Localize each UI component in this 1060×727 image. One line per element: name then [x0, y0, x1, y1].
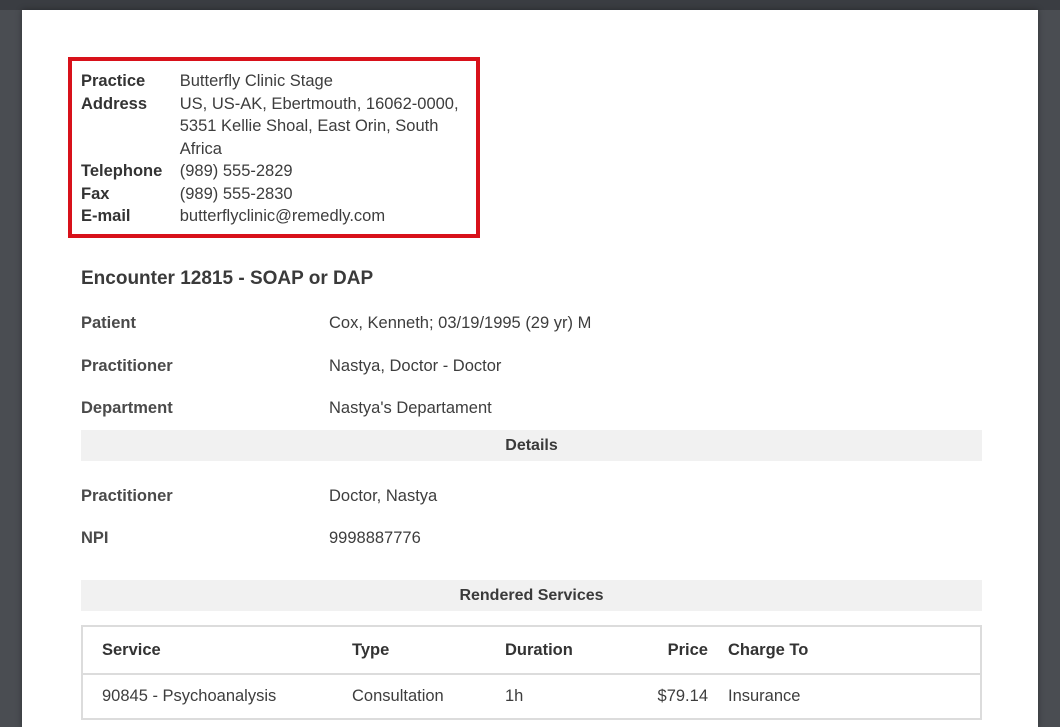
telephone-row: Telephone (989) 555-2829	[81, 160, 476, 183]
fax-row: Fax (989) 555-2830	[81, 183, 476, 206]
table-header-row: Service Type Duration Price Charge To	[83, 627, 980, 675]
address-row: Address US, US-AK, Ebertmouth, 16062-000…	[81, 93, 476, 161]
practice-label: Practice	[81, 72, 146, 90]
address-value: US, US-AK, Ebertmouth, 16062-0000, 5351 …	[179, 94, 459, 158]
details-practitioner-row: Practitioner Doctor, Nastya	[81, 487, 437, 506]
telephone-label: Telephone	[81, 162, 163, 180]
column-header-service: Service	[102, 640, 161, 659]
email-row: E-mail butterflyclinic@remedly.com	[81, 205, 476, 228]
patient-value: Cox, Kenneth; 03/19/1995 (29 yr) M	[329, 314, 592, 332]
column-header-charge-to: Charge To	[728, 640, 809, 659]
rendered-services-heading: Rendered Services	[81, 580, 982, 611]
service-cell: 90845 - Psychoanalysis	[102, 687, 277, 705]
department-label: Department	[81, 399, 173, 417]
document-page: Practice Butterfly Clinic Stage Address …	[22, 10, 1038, 727]
column-header-duration: Duration	[505, 640, 573, 659]
type-cell: Consultation	[352, 687, 444, 705]
email-value: butterflyclinic@remedly.com	[179, 207, 386, 225]
encounter-title: Encounter 12815 - SOAP or DAP	[81, 268, 374, 289]
services-table: Service Type Duration Price Charge To 90…	[81, 625, 982, 720]
department-row: Department Nastya's Departament	[81, 399, 492, 418]
address-label: Address	[81, 94, 148, 113]
column-header-type: Type	[352, 640, 390, 659]
column-header-price: Price	[667, 640, 708, 659]
practice-row: Practice Butterfly Clinic Stage	[81, 70, 476, 93]
telephone-value: (989) 555-2829	[179, 162, 293, 180]
npi-label: NPI	[81, 529, 109, 547]
department-value: Nastya's Departament	[329, 399, 492, 417]
fax-label: Fax	[81, 184, 110, 203]
npi-row: NPI 9998887776	[81, 529, 421, 548]
table-row: 90845 - Psychoanalysis Consultation 1h $…	[83, 675, 980, 718]
practitioner-value: Nastya, Doctor - Doctor	[329, 357, 502, 375]
viewer-top-strip	[0, 0, 1060, 10]
practice-name: Butterfly Clinic Stage	[179, 72, 333, 90]
patient-row: Patient Cox, Kenneth; 03/19/1995 (29 yr)…	[81, 314, 591, 333]
price-cell: $79.14	[657, 687, 708, 705]
npi-value: 9998887776	[329, 529, 421, 547]
details-practitioner-label: Practitioner	[81, 487, 173, 505]
fax-value: (989) 555-2830	[179, 184, 293, 203]
practitioner-row: Practitioner Nastya, Doctor - Doctor	[81, 357, 501, 376]
duration-cell: 1h	[505, 687, 524, 705]
details-heading: Details	[81, 430, 982, 461]
practice-info-box: Practice Butterfly Clinic Stage Address …	[68, 57, 480, 238]
patient-label: Patient	[81, 314, 137, 332]
details-practitioner-value: Doctor, Nastya	[329, 487, 438, 505]
charge-to-cell: Insurance	[728, 687, 801, 705]
email-label: E-mail	[81, 207, 131, 225]
practitioner-label: Practitioner	[81, 357, 173, 375]
